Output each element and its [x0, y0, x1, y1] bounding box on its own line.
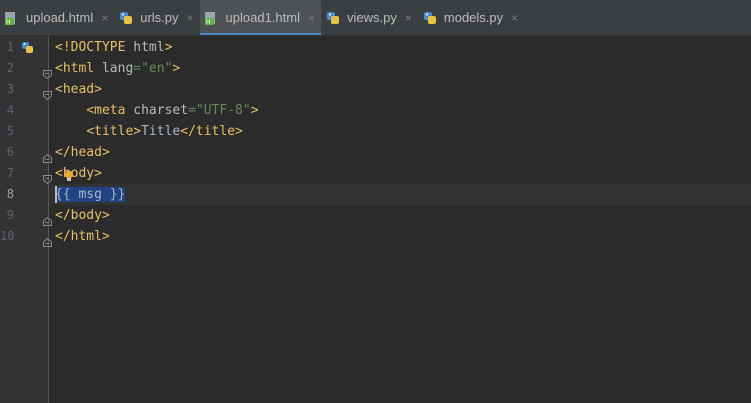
line-number-gutter[interactable]: 1 2 3 4 5 6 7 8 9 10 [0, 36, 52, 403]
tab-urls-py[interactable]: urls.py × [114, 0, 199, 35]
tab-upload1-html[interactable]: H upload1.html × [199, 0, 322, 35]
code-token: > [172, 61, 181, 76]
line-number: 1 [6, 40, 14, 54]
tab-label: views.py [347, 10, 397, 25]
code-token: <title> [86, 124, 142, 139]
close-icon[interactable]: × [187, 11, 194, 25]
html-file-icon: H [4, 10, 20, 26]
line-number: 7 [6, 166, 14, 180]
code-token: "UTF-8" [195, 103, 251, 118]
tab-label: urls.py [140, 10, 179, 25]
code-token: = [188, 103, 196, 118]
code-line-2: <html lang="en"> [55, 58, 180, 79]
code-line-7: <body> [55, 163, 102, 184]
line-number: 2 [6, 61, 14, 75]
close-icon[interactable]: × [308, 11, 315, 25]
current-line-highlight [49, 184, 751, 205]
code-token: charset [125, 103, 189, 118]
line-number: 6 [6, 145, 14, 159]
code-token: </html> [55, 229, 110, 244]
html-file-icon: H [204, 10, 220, 26]
code-line-3: <head> [55, 79, 102, 100]
code-token: html [125, 40, 165, 55]
code-token: Title [141, 124, 181, 139]
selected-text: {{ msg }} [55, 187, 126, 202]
close-icon[interactable]: × [511, 11, 518, 25]
code-line-9: </body> [55, 205, 110, 226]
line-number: 4 [6, 103, 14, 117]
tab-upload-html[interactable]: H upload.html × [0, 0, 114, 35]
code-token: > [164, 40, 173, 55]
code-editor[interactable]: <!DOCTYPE html> <html lang="en"> <head> … [49, 36, 751, 403]
line-number: 5 [6, 124, 14, 138]
code-token: < [55, 166, 63, 181]
code-line-6: </head> [55, 142, 110, 163]
python-file-icon [118, 10, 134, 26]
line-number-current: 8 [6, 187, 14, 201]
code-token: </head> [55, 145, 110, 160]
python-file-icon [422, 10, 438, 26]
close-icon[interactable]: × [101, 11, 108, 25]
svg-text:H: H [6, 19, 11, 26]
code-token: > [250, 103, 259, 118]
tab-label: upload.html [26, 10, 94, 25]
close-icon[interactable]: × [405, 11, 412, 25]
line-number: 9 [6, 208, 14, 222]
intention-bulb-icon[interactable] [64, 167, 74, 181]
text-caret [55, 186, 57, 203]
code-token: </body> [55, 208, 110, 223]
code-token: <!DOCTYPE [55, 40, 126, 55]
code-token: lang [94, 61, 134, 76]
code-line-5: <title>Title</title> [55, 121, 243, 142]
code-token: <html [55, 61, 95, 76]
tab-models-py[interactable]: models.py × [418, 0, 524, 35]
line-number: 10 [0, 229, 15, 243]
code-token: <head> [55, 82, 102, 97]
tab-label: upload1.html [225, 10, 300, 25]
line-number: 3 [6, 82, 14, 96]
code-line-10: </html> [55, 226, 110, 247]
tab-label: models.py [443, 10, 504, 25]
code-token: </title> [180, 124, 243, 139]
python-file-icon [325, 10, 341, 26]
code-token: <meta [86, 103, 126, 118]
code-line-8: {{ msg }} [55, 184, 126, 205]
editor-tab-bar: H upload.html × urls.py × H upload1.html… [0, 0, 751, 36]
svg-text:H: H [206, 19, 211, 26]
code-line-1: <!DOCTYPE html> [55, 37, 172, 58]
python-icon[interactable] [21, 40, 35, 54]
code-token: "en" [141, 61, 173, 76]
code-token: = [133, 61, 142, 76]
code-line-4: <meta charset="UTF-8"> [55, 100, 259, 121]
tab-views-py[interactable]: views.py × [321, 0, 418, 35]
